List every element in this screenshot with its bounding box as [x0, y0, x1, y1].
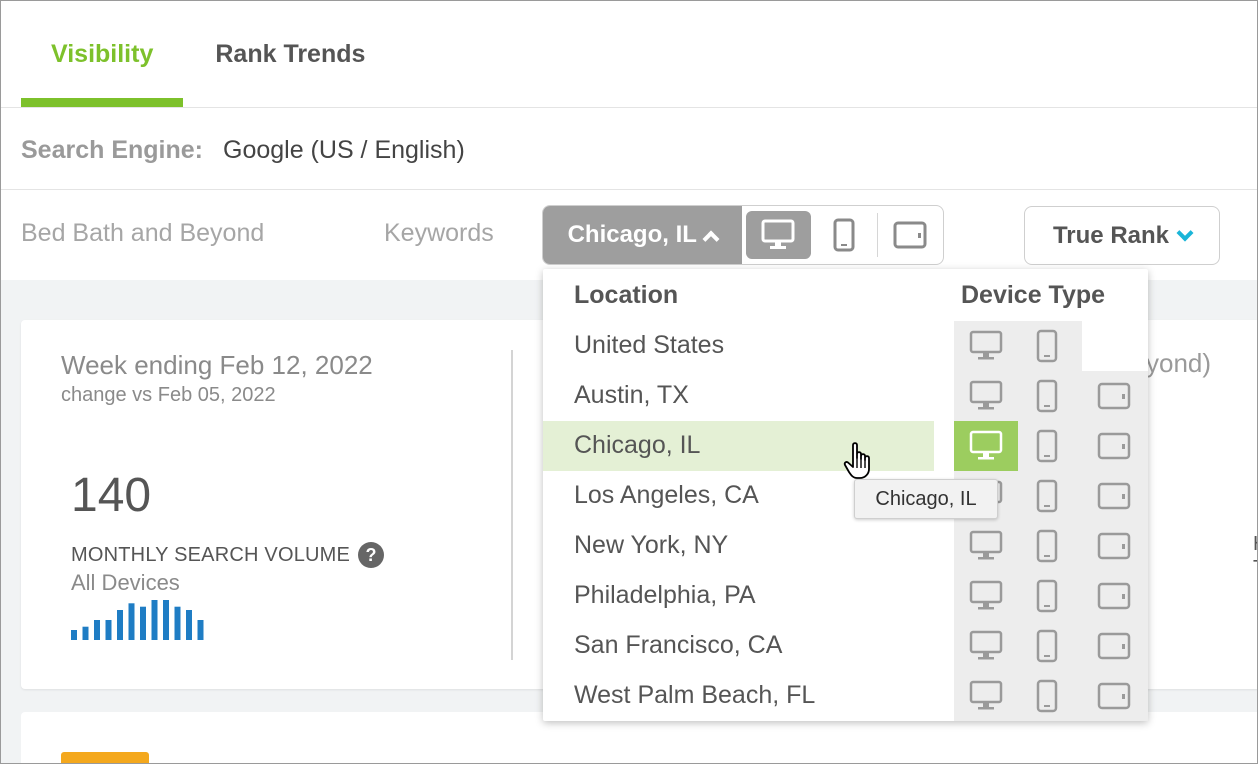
location-option-label[interactable]: Los Angeles, CA — [574, 481, 759, 510]
partial-edge-text: H T — [1253, 532, 1257, 580]
tab-bar: Visibility Rank Trends — [21, 1, 395, 107]
tablet-icon[interactable] — [1082, 471, 1146, 521]
desktop-icon — [761, 219, 795, 249]
edge-char: T — [1253, 556, 1257, 580]
desktop-icon[interactable] — [954, 371, 1018, 421]
location-option-label[interactable]: Philadelphia, PA — [574, 581, 756, 610]
mobile-icon[interactable] — [1015, 621, 1079, 671]
search-volume-label: MONTHLY SEARCH VOLUME — [71, 543, 351, 566]
orange-tag — [61, 752, 149, 763]
location-tooltip: Chicago, IL — [854, 479, 998, 519]
true-rank-label: True Rank — [1052, 221, 1170, 249]
mobile-icon[interactable] — [1015, 421, 1079, 471]
mobile-icon[interactable] — [1015, 321, 1079, 371]
location-option[interactable]: San Francisco, CA — [543, 621, 1148, 671]
location-option-label[interactable]: West Palm Beach, FL — [574, 681, 815, 710]
keywords-filter[interactable]: Keywords — [384, 219, 494, 248]
location-option-label[interactable]: Austin, TX — [574, 381, 689, 410]
location-device-group: Chicago, IL — [542, 205, 944, 265]
tablet-icon[interactable] — [1082, 671, 1146, 721]
partial-card-title: yond) — [1146, 348, 1212, 378]
device-type-header: Device Type — [961, 281, 1106, 309]
location-option[interactable]: Austin, TX — [543, 371, 1148, 421]
sparkline-bar — [197, 620, 204, 640]
location-button-label: Chicago, IL — [567, 221, 697, 248]
desktop-icon[interactable] — [954, 621, 1018, 671]
search-engine-row: Search Engine: Google (US / English) — [21, 129, 465, 171]
mobile-icon[interactable] — [1015, 671, 1079, 721]
tablet-icon[interactable] — [1082, 621, 1146, 671]
location-option[interactable]: Philadelphia, PA — [543, 571, 1148, 621]
sparkline-bar — [82, 626, 89, 640]
location-dropdown-button[interactable]: Chicago, IL — [543, 206, 742, 264]
desktop-icon[interactable] — [954, 671, 1018, 721]
mobile-icon[interactable] — [1015, 471, 1079, 521]
true-rank-dropdown[interactable]: True Rank — [1024, 206, 1220, 265]
tab-divider — [1, 107, 1257, 108]
all-devices-label: All Devices — [71, 570, 180, 595]
tablet-icon[interactable] — [1082, 421, 1146, 471]
tab-visibility[interactable]: Visibility — [21, 1, 184, 107]
search-engine-value: Google (US / English) — [223, 135, 465, 164]
sparkline-bar — [174, 606, 181, 640]
tablet-icon — [893, 221, 927, 249]
desktop-icon[interactable] — [954, 421, 1018, 471]
sparkline-bar — [128, 603, 135, 640]
location-dropdown: Location Device Type United States Austin… — [543, 269, 1148, 721]
location-option-label[interactable]: Chicago, IL — [574, 431, 700, 460]
location-option-label[interactable]: New York, NY — [574, 531, 728, 560]
location-option[interactable]: United States — [543, 321, 1148, 371]
desktop-icon[interactable] — [954, 571, 1018, 621]
desktop-icon[interactable] — [954, 521, 1018, 571]
chevron-down-icon — [1176, 224, 1194, 241]
edge-char: H — [1253, 532, 1257, 556]
sparkline-bar — [94, 620, 100, 640]
app-frame: Visibility Rank Trends Search Engine: Go… — [0, 0, 1258, 764]
location-header: Location — [574, 281, 679, 309]
location-option-label[interactable]: United States — [574, 331, 724, 360]
tablet-device-button[interactable] — [878, 211, 944, 259]
desktop-device-button[interactable] — [745, 211, 811, 259]
sparkline-bar — [151, 600, 158, 640]
search-volume-value: 140 — [71, 469, 152, 522]
filter-row: Bed Bath and Beyond Keywords Chicago, IL… — [1, 191, 1257, 281]
search-volume-label-row: MONTHLY SEARCH VOLUME ? — [71, 542, 385, 568]
sparkline-bar — [140, 606, 146, 640]
mobile-device-button[interactable] — [811, 211, 877, 259]
sparkline-bar — [186, 610, 192, 640]
sparkline-bar — [71, 630, 77, 640]
mobile-icon[interactable] — [1015, 521, 1079, 571]
week-ending-label: Week ending Feb 12, 2022 — [61, 350, 373, 380]
change-vs-label: change vs Feb 05, 2022 — [61, 384, 276, 406]
search-volume-sparkline — [71, 600, 204, 640]
tablet-icon[interactable] — [1082, 521, 1146, 571]
location-option-label[interactable]: San Francisco, CA — [574, 631, 782, 660]
engine-divider — [1, 189, 1257, 190]
tablet-icon[interactable] — [1082, 571, 1146, 621]
location-option[interactable]: New York, NY — [543, 521, 1148, 571]
brand-filter[interactable]: Bed Bath and Beyond — [21, 219, 264, 248]
card-divider — [511, 350, 513, 660]
mobile-icon[interactable] — [1015, 371, 1079, 421]
sparkline-bar — [117, 610, 123, 640]
tab-rank-trends[interactable]: Rank Trends — [185, 1, 395, 107]
tablet-icon[interactable] — [1082, 371, 1146, 421]
mobile-icon — [833, 218, 855, 252]
sparkline-bar — [163, 600, 169, 640]
chevron-up-icon — [702, 230, 720, 248]
location-option[interactable]: West Palm Beach, FL — [543, 671, 1148, 721]
hand-cursor-icon — [843, 442, 870, 479]
search-engine-label: Search Engine: — [21, 135, 203, 164]
sparkline-bar — [105, 620, 112, 640]
desktop-icon[interactable] — [954, 321, 1018, 371]
help-icon[interactable]: ? — [358, 542, 385, 568]
mobile-icon[interactable] — [1015, 571, 1079, 621]
